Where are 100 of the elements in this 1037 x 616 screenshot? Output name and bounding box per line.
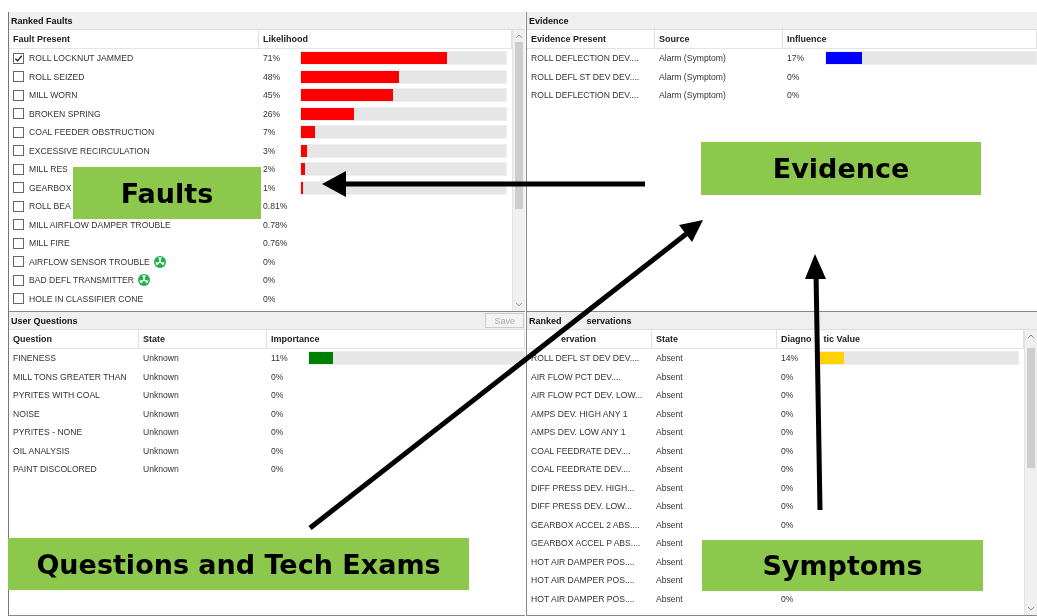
observation-state: Absent — [656, 593, 683, 604]
question-text: PYRITES - NONE — [13, 427, 83, 438]
column-header[interactable]: Question — [9, 330, 139, 348]
likelihood-value: 3% — [263, 145, 277, 156]
scrollbar[interactable] — [1024, 330, 1037, 615]
observation-state: Absent — [656, 353, 683, 364]
checkbox[interactable] — [13, 237, 24, 249]
column-header[interactable]: ervation — [561, 334, 596, 344]
question-state: Unknown — [143, 427, 179, 438]
column-header[interactable]: Influence — [783, 30, 1037, 48]
observation-name: COAL FEEDRATE DEV.... — [531, 445, 631, 456]
column-header[interactable]: Importance — [267, 330, 525, 348]
evidence-source: Alarm (Symptom) — [659, 53, 726, 64]
diagnostic-value: 0% — [781, 519, 795, 530]
diagnostic-value: 14% — [781, 353, 800, 364]
checkbox[interactable] — [13, 145, 24, 157]
observation-name: COAL FEEDRATE DEV.... — [531, 464, 631, 475]
checkbox[interactable] — [13, 71, 24, 83]
checkbox[interactable] — [13, 200, 24, 212]
fault-name: MILL WORN — [29, 90, 78, 101]
observation-state: Absent — [656, 427, 683, 438]
fault-name: COAL FEEDER OBSTRUCTION — [29, 127, 155, 138]
checkbox[interactable] — [13, 163, 24, 175]
likelihood-value: 48% — [263, 71, 282, 82]
evidence-source: Alarm (Symptom) — [659, 90, 726, 101]
diagnostic-value: 0% — [781, 445, 795, 456]
importance-value: 0% — [271, 371, 285, 382]
fault-name: HOLE IN CLASSIFIER CONE — [29, 293, 144, 304]
observation-name: AMPS DEV. LOW ANY 1 — [531, 427, 626, 438]
observation-state: Absent — [656, 575, 683, 586]
likelihood-value: 26% — [263, 108, 282, 119]
observation-name: AMPS DEV. HIGH ANY 1 — [531, 408, 628, 419]
observation-name: GEARBOX ACCEL 2 ABS.... — [531, 519, 640, 530]
column-header[interactable]: tic Value — [823, 334, 861, 344]
checkbox[interactable] — [13, 219, 24, 231]
evidence-name: ROLL DEFLECTION DEV.... — [531, 53, 639, 64]
question-text: PYRITES WITH COAL — [13, 390, 100, 401]
likelihood-value: 2% — [263, 164, 277, 175]
checkbox[interactable] — [13, 89, 24, 101]
fault-name: MILL AIRFLOW DAMPER TROUBLE — [29, 219, 171, 230]
callout-label: Evidence — [701, 142, 981, 195]
checkbox[interactable] — [13, 108, 24, 120]
question-text: MILL TONS GREATER THAN — [13, 371, 127, 382]
likelihood-value: 0.81% — [263, 201, 289, 212]
chevron-up-icon[interactable] — [1027, 333, 1035, 339]
fault-name: AIRFLOW SENSOR TROUBLE — [29, 256, 150, 267]
diagnostic-value: 0% — [781, 371, 795, 382]
column-header[interactable]: Diagno — [781, 334, 812, 344]
importance-value: 11% — [271, 353, 289, 364]
checkbox[interactable] — [13, 274, 24, 286]
checkbox[interactable] — [13, 126, 24, 138]
checkbox[interactable] — [13, 256, 24, 268]
observation-state: Absent — [656, 501, 683, 512]
observation-name: HOT AIR DAMPER POS.... — [531, 575, 635, 586]
fault-name: BROKEN SPRING — [29, 108, 101, 119]
likelihood-value: 0.78% — [263, 219, 289, 230]
checkbox[interactable] — [13, 182, 24, 194]
evidence-name: ROLL DEFLECTION DEV.... — [531, 90, 639, 101]
importance-value: 0% — [271, 390, 285, 401]
likelihood-value: 0% — [263, 275, 277, 286]
diagnostic-value: 0% — [781, 593, 795, 604]
evidence-name: ROLL DEFL ST DEV DEV.... — [531, 71, 640, 82]
question-state: Unknown — [143, 464, 179, 475]
observation-state: Absent — [656, 371, 683, 382]
fault-name: ROLL BEA — [29, 201, 71, 212]
observation-name: AIR FLOW PCT DEV. LOW... — [531, 390, 643, 401]
scrollbar[interactable] — [512, 30, 525, 311]
column-header[interactable]: Fault Present — [9, 30, 259, 48]
fault-name: EXCESSIVE RECIRCULATION — [29, 145, 150, 156]
diagnostic-value: 0% — [781, 390, 795, 401]
callout-label: Questions and Tech Exams — [8, 538, 469, 590]
observation-name: GEARBOX ACCEL P ABS.... — [531, 538, 641, 549]
evidence-source: Alarm (Symptom) — [659, 71, 726, 82]
observation-name: DIFF PRESS DEV. LOW... — [531, 501, 632, 512]
question-state: Unknown — [143, 445, 179, 456]
checkbox[interactable] — [13, 293, 24, 305]
column-header[interactable]: State — [139, 330, 267, 348]
fault-name: BAD DEFL TRANSMITTER — [29, 275, 135, 286]
observation-state: Absent — [656, 408, 683, 419]
likelihood-value: 71% — [263, 53, 282, 64]
chevron-down-icon[interactable] — [1027, 606, 1035, 612]
diagnostic-value: 0% — [781, 501, 795, 512]
question-state: Unknown — [143, 408, 179, 419]
likelihood-value: 0% — [263, 293, 277, 304]
diagnostic-value: 0% — [781, 464, 795, 475]
panel-title: servations — [586, 315, 632, 326]
column-header[interactable]: Evidence Present — [527, 30, 655, 48]
question-state: Unknown — [143, 353, 179, 364]
column-header[interactable]: Source — [655, 30, 783, 48]
observation-state: Absent — [656, 464, 683, 475]
observation-state: Absent — [656, 482, 683, 493]
diagnostic-value: 0% — [781, 427, 795, 438]
importance-value: 0% — [271, 427, 285, 438]
chevron-up-icon[interactable] — [515, 33, 523, 39]
checkbox[interactable] — [13, 52, 24, 64]
diagnostic-value: 0% — [781, 408, 795, 419]
column-header[interactable]: State — [652, 330, 777, 348]
panel-title: Evidence — [529, 15, 569, 26]
diagnostic-value: 0% — [781, 482, 795, 493]
observation-name: HOT AIR DAMPER POS.... — [531, 556, 635, 567]
